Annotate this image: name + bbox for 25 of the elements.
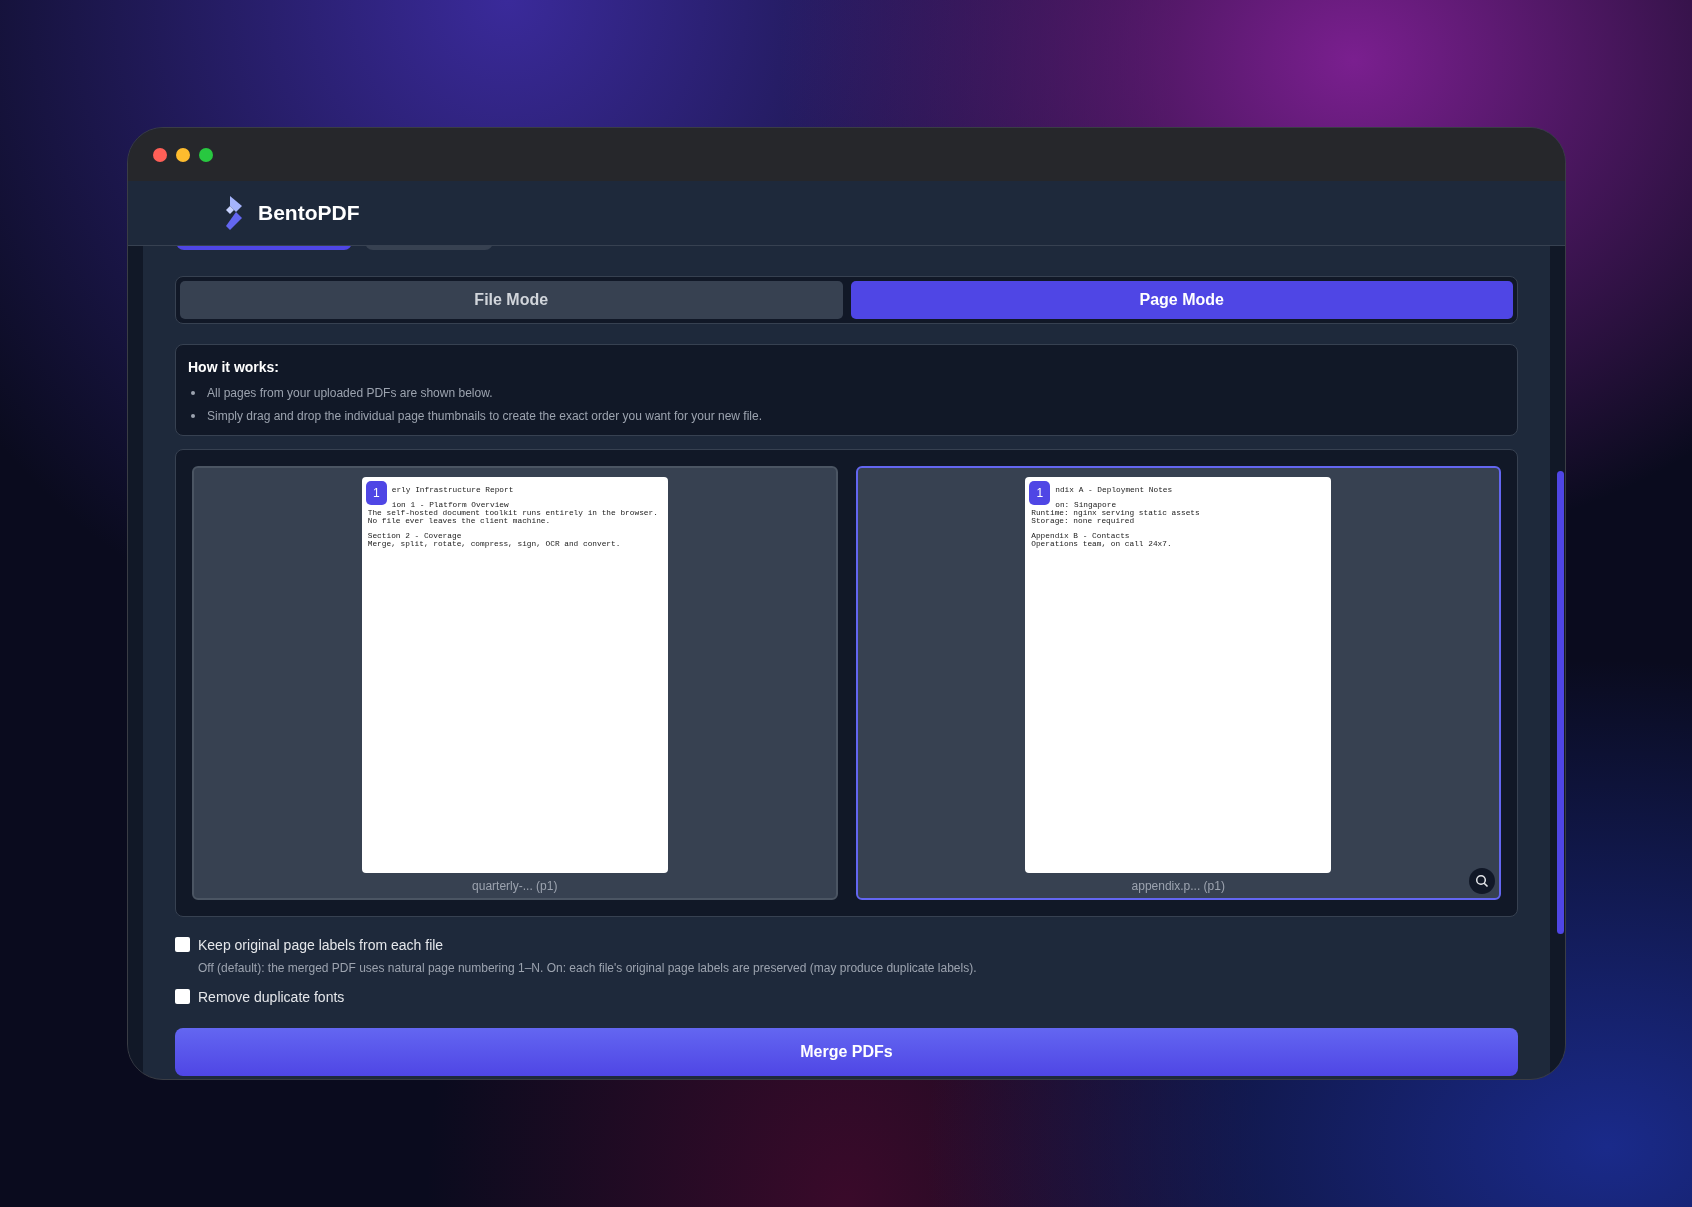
bullet-icon (191, 391, 195, 395)
page-card[interactable] (192, 466, 838, 900)
merge-button[interactable]: Merge PDFs (175, 1028, 1518, 1076)
app-name: BentoPDF (258, 200, 360, 227)
checkbox[interactable] (175, 989, 190, 1004)
close-button[interactable] (153, 147, 167, 162)
option-label: Keep original page labels from each file (198, 936, 445, 955)
page-number-badge: 1 (365, 481, 387, 505)
mode-tab[interactable]: File Mode (180, 281, 843, 319)
mode-tab[interactable]: Page Mode (850, 281, 1513, 319)
option-label: Remove duplicate fonts (198, 988, 345, 1007)
info-text: All pages from your uploaded PDFs are shown below. (207, 385, 493, 402)
option-hint: Off (default): the merged PDF uses natural page numbering 1–N. On: each file's original page labels are preserved (may produce duplicate labels). (198, 960, 977, 977)
page-number-badge: 1 (1029, 481, 1051, 505)
info-title: How it works: (188, 358, 280, 377)
zoom-button[interactable] (199, 147, 213, 162)
page-caption: appendix.p... (p1) (1131, 878, 1225, 895)
scrollbar-thumb[interactable] (1557, 471, 1564, 934)
minimize-button[interactable] (176, 147, 190, 162)
search-icon[interactable] (1469, 868, 1495, 894)
bullet-icon (191, 414, 195, 418)
logo-icon (224, 196, 244, 230)
checkbox[interactable] (175, 937, 190, 952)
info-text: Simply drag and drop the individual page thumbnails to create the exact order you want for your new file. (207, 408, 762, 425)
page-caption: quarterly-... (p1) (472, 878, 558, 895)
